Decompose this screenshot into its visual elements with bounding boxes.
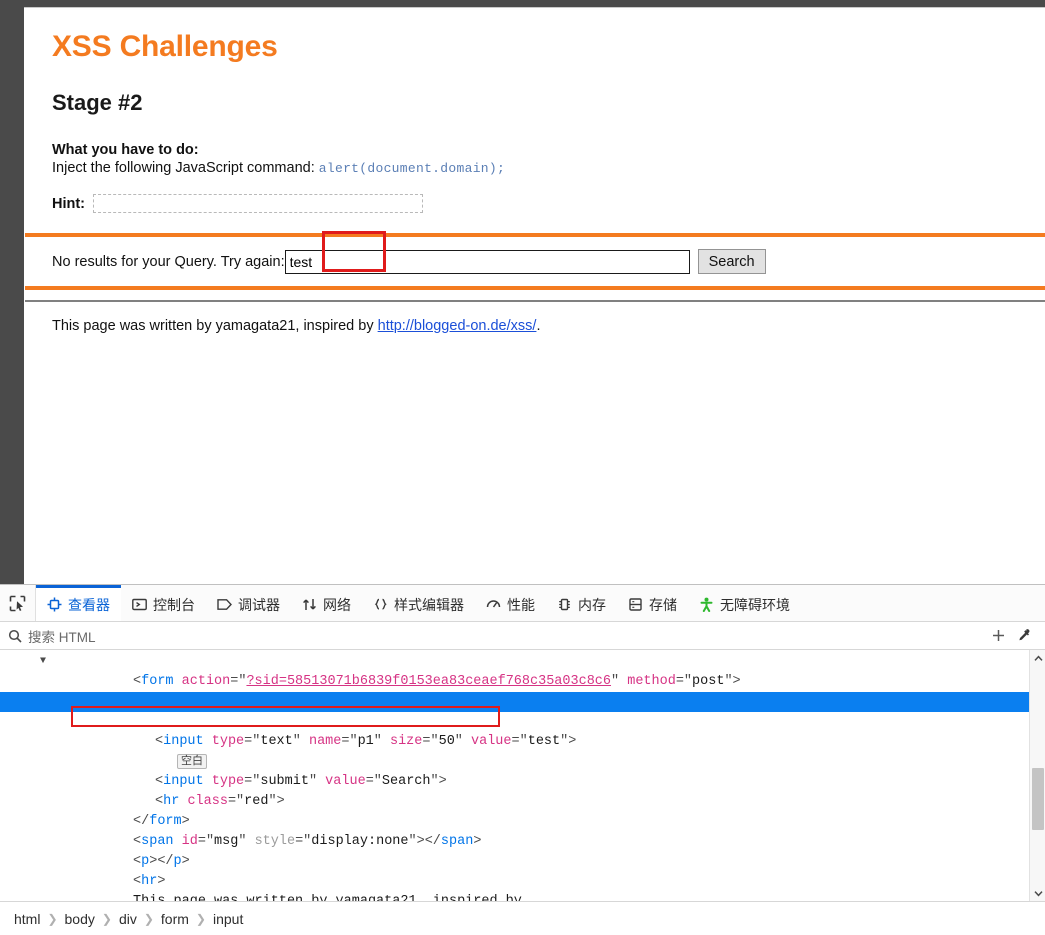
tab-network[interactable]: 网络 [291,585,362,621]
console-icon [132,597,147,612]
scrollbar-thumb[interactable] [1032,768,1044,830]
tab-label: 性能 [507,596,535,613]
stage-heading: Stage #2 [52,90,143,115]
dom-node-hr-top[interactable]: <hr class="red"> [0,672,1045,709]
tab-label: 控制台 [153,596,195,613]
dom-tree-scrollbar[interactable] [1029,650,1045,901]
storage-icon [628,597,643,612]
tab-inspector[interactable]: 查看器 [36,585,121,621]
page-title: XSS Challenges [52,30,278,63]
page-footer: This page was written by yamagata21, ins… [52,302,1045,334]
dom-node-p[interactable]: <p></p> [0,832,1045,869]
dom-node-hr[interactable]: <hr> [0,852,1045,889]
tab-label: 存储 [649,596,677,613]
search-prompt: No results for your Query. Try again: [52,253,285,270]
devtools-tabbar: 查看器 控制台 调试器 网络 样式编辑器 性能 内存 存储 无障碍环境 [0,585,1045,622]
tab-label: 无障碍环境 [720,596,790,613]
tab-accessibility[interactable]: 无障碍环境 [688,585,801,621]
task-description: Inject the following JavaScript command:… [52,160,1045,176]
tab-label: 网络 [323,596,351,613]
dom-node-input-text[interactable]: <input type="text" name="p1" size="50" v… [0,712,1045,749]
footer-period: . [536,318,541,334]
dom-node-hr-bottom[interactable]: <hr class="red"> [0,772,1045,809]
tab-label: 调试器 [238,596,280,613]
tab-storage[interactable]: 存储 [617,585,688,621]
breadcrumb-separator: ❯ [101,911,112,926]
style-editor-icon [373,597,388,612]
memory-icon [557,597,572,612]
devtools-panel: 查看器 控制台 调试器 网络 样式编辑器 性能 内存 存储 无障碍环境 搜索 H… [0,584,1045,935]
dom-node-footer-text[interactable]: This page was written by yamagata21, ins… [0,872,1045,901]
devtools-search-bar: 搜索 HTML [0,622,1045,650]
tab-label: 内存 [578,596,606,613]
element-picker-icon [9,595,26,611]
dom-node-anchor[interactable]: <a href="http://blogged-on.de/xss/" targ… [0,892,1045,901]
search-button[interactable]: Search [697,249,766,274]
accessibility-icon [699,597,714,612]
color-picker-button[interactable] [1011,625,1037,647]
breadcrumb-item-form[interactable]: form [159,911,191,927]
expand-twisty-icon[interactable]: ▼ [40,652,46,672]
dom-node-span-msg[interactable]: <span id="msg" style="display:none"></sp… [0,812,1045,849]
html-search-input[interactable]: 搜索 HTML [28,626,985,646]
browser-left-bar [0,0,24,584]
tab-debugger[interactable]: 调试器 [206,585,291,621]
tab-label: 查看器 [68,596,110,613]
breadcrumb-item-body[interactable]: body [63,911,97,927]
dom-node-whitespace[interactable]: 空白 [0,732,1045,769]
tab-console[interactable]: 控制台 [121,585,206,621]
tab-style-editor[interactable]: 样式编辑器 [362,585,475,621]
browser-top-strip [0,0,1045,7]
breadcrumb-item-html[interactable]: html [12,911,42,927]
breadcrumb: html ❯ body ❯ div ❯ form ❯ input [0,901,1045,935]
breadcrumb-separator: ❯ [195,911,206,926]
breadcrumb-separator: ❯ [143,911,154,926]
debugger-icon [217,597,232,612]
tab-performance[interactable]: 性能 [475,585,546,621]
scroll-down-button[interactable] [1030,885,1045,901]
dom-node-form-close[interactable]: </form> [0,792,1045,829]
scroll-up-button[interactable] [1030,650,1045,666]
dom-tree[interactable]: ▼ <form action="?sid=58513071b6839f0153ea… [0,650,1045,901]
tab-memory[interactable]: 内存 [546,585,617,621]
performance-icon [486,597,501,612]
screenshot-root: XSS Challenges Stage #2 What you have to… [0,0,1045,935]
query-input[interactable] [284,249,690,274]
tab-label: 样式编辑器 [394,596,464,613]
breadcrumb-separator: ❯ [47,911,58,926]
task-text: Inject the following JavaScript command: [52,160,319,176]
network-icon [302,597,317,612]
breadcrumb-item-input[interactable]: input [211,911,245,927]
element-picker-button[interactable] [0,585,36,621]
dom-node-form[interactable]: ▼ <form action="?sid=58513071b6839f0153ea… [0,652,1045,689]
task-code: alert(document.domain); [318,161,506,176]
footer-link[interactable]: http://blogged-on.de/xss/ [378,318,537,334]
rendered-web-page: XSS Challenges Stage #2 What you have to… [25,8,1045,584]
dom-node-text-selected[interactable]: No results for your Query. Try again: [0,692,1045,729]
hint-label: Hint: [52,195,86,212]
breadcrumb-item-div[interactable]: div [117,911,139,927]
eyedropper-icon [1018,629,1029,641]
dom-node-input-submit[interactable]: <input type="submit" value="Search"> [0,752,1045,789]
plus-icon [992,630,1004,641]
inspector-icon [47,597,62,612]
task-label: What you have to do: [52,142,199,158]
add-node-button[interactable] [985,625,1011,647]
search-form: No results for your Query. Try again: Se… [52,237,1045,286]
hint-box [93,194,424,213]
search-icon [8,629,22,643]
footer-text: This page was written by yamagata21, ins… [52,318,378,334]
hint-row: Hint: [52,194,1045,213]
